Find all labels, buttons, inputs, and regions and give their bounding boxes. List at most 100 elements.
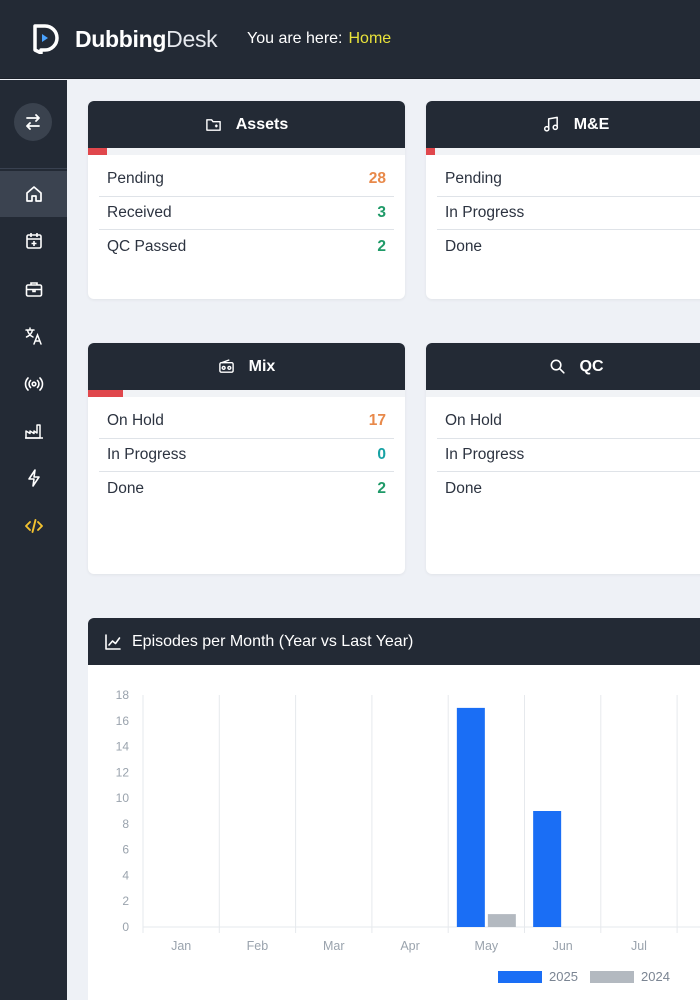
bar-2025-may (456, 707, 485, 927)
breadcrumb-home-link[interactable]: Home (348, 30, 391, 47)
mix-row-in-progress[interactable]: In Progress 0 (99, 439, 394, 472)
sidebar-item-developer[interactable] (0, 503, 67, 549)
assets-card: Assets Pending 28 Received 3 QC Passed 2 (88, 101, 405, 299)
sidebar-item-translation[interactable] (0, 313, 67, 359)
qc-row-done[interactable]: Done (437, 472, 700, 506)
y-tick-label: 6 (122, 843, 129, 857)
assets-card-title: Assets (235, 115, 289, 133)
row-count: 2 (377, 479, 386, 497)
me-row-pending[interactable]: Pending (437, 163, 700, 197)
row-count: 3 (377, 203, 386, 221)
assets-row-received[interactable]: Received 3 (99, 197, 394, 230)
legend-label-2024: 2024 (641, 969, 670, 984)
sidebar-item-projects[interactable] (0, 266, 67, 312)
legend-label-2025: 2025 (549, 969, 578, 984)
sidebar (0, 80, 67, 1000)
music-note-icon (543, 116, 558, 132)
y-tick-label: 14 (116, 740, 130, 754)
x-tick-label: Feb (247, 939, 269, 953)
assets-card-header[interactable]: Assets (88, 101, 405, 148)
mix-row-on-hold[interactable]: On Hold 17 (99, 405, 394, 439)
me-card: M&E Pending In Progress Done (426, 101, 700, 299)
me-row-in-progress[interactable]: In Progress (437, 197, 700, 230)
row-label: In Progress (445, 203, 525, 221)
chart-line-icon (105, 633, 121, 650)
mix-progress-bar (88, 390, 405, 397)
mix-card: Mix On Hold 17 In Progress 0 Done 2 (88, 343, 405, 574)
qc-card: QC On Hold In Progress Done (426, 343, 700, 574)
row-label: In Progress (107, 445, 187, 463)
chart-title: Episodes per Month (Year vs Last Year) (132, 632, 414, 650)
row-count: 28 (368, 170, 386, 188)
bar-2024-may (487, 914, 516, 927)
x-tick-label: Jul (631, 939, 647, 953)
me-card-header[interactable]: M&E (426, 101, 700, 148)
row-label: Received (107, 203, 172, 221)
top-bar: DubbingDesk You are here: Home (0, 0, 700, 79)
sidebar-item-broadcast[interactable] (0, 361, 67, 407)
episodes-bar-chart: 0 2 4 6 8 10 12 14 16 18 Jan Feb Mar Apr May Jun Jul 2025… (116, 688, 700, 984)
qc-card-header[interactable]: QC (426, 343, 700, 390)
bar-2025-jun (533, 811, 562, 927)
me-row-done[interactable]: Done (437, 230, 700, 264)
row-label: Pending (445, 170, 502, 188)
home-icon (25, 186, 42, 202)
y-tick-label: 0 (122, 920, 129, 934)
mix-row-done[interactable]: Done 2 (99, 472, 394, 506)
search-icon (550, 359, 565, 374)
x-tick-label: Mar (323, 939, 345, 953)
assets-row-qc-passed[interactable]: QC Passed 2 (99, 230, 394, 264)
sidebar-item-home[interactable] (0, 171, 67, 217)
logo-icon[interactable] (32, 24, 60, 54)
row-label: Done (107, 479, 145, 497)
translate-icon (24, 327, 42, 345)
legend-swatch-2025 (498, 971, 542, 983)
qc-status-list: On Hold In Progress Done (426, 397, 700, 506)
swap-arrows-icon (26, 114, 40, 130)
legend-swatch-2024 (590, 971, 634, 983)
briefcase-icon (25, 282, 42, 297)
y-tick-label: 12 (116, 765, 130, 779)
row-label: On Hold (107, 412, 164, 430)
sidebar-item-automation[interactable] (0, 455, 67, 501)
assets-progress-fill (88, 148, 108, 155)
row-count: 0 (377, 445, 386, 463)
x-tick-label: Apr (400, 939, 419, 953)
me-progress-bar (426, 148, 700, 155)
assets-status-list: Pending 28 Received 3 QC Passed 2 (88, 155, 405, 264)
mix-status-list: On Hold 17 In Progress 0 Done 2 (88, 397, 405, 506)
y-tick-label: 18 (116, 688, 130, 702)
app-logo-text[interactable]: DubbingDesk (75, 26, 218, 53)
calendar-plus-icon (25, 233, 42, 249)
qc-row-on-hold[interactable]: On Hold (437, 405, 700, 439)
mix-progress-fill (88, 390, 123, 397)
row-label: QC Passed (107, 237, 187, 255)
row-label: In Progress (445, 445, 525, 463)
assets-progress-bar (88, 148, 405, 155)
code-icon (24, 519, 43, 533)
sidebar-toggle-button[interactable] (14, 103, 52, 141)
app-name-bold: Dubbing (75, 26, 167, 52)
y-tick-label: 10 (116, 791, 130, 805)
y-tick-label: 4 (122, 868, 129, 882)
me-progress-fill (426, 148, 435, 155)
app-name-light: Desk (166, 26, 218, 52)
me-status-list: Pending In Progress Done (426, 155, 700, 264)
qc-progress-bar (426, 390, 700, 397)
row-label: On Hold (445, 412, 502, 430)
qc-row-in-progress[interactable]: In Progress (437, 439, 700, 472)
sidebar-item-studios[interactable] (0, 408, 67, 454)
folder-icon (205, 119, 221, 131)
row-count: 17 (368, 412, 386, 430)
row-label: Pending (107, 170, 164, 188)
assets-row-pending[interactable]: Pending 28 (99, 163, 394, 197)
sidebar-divider (0, 168, 67, 169)
factory-icon (24, 424, 43, 439)
sidebar-item-schedule[interactable] (0, 218, 67, 264)
row-count: 2 (377, 237, 386, 255)
breadcrumb: You are here: Home (247, 30, 391, 48)
chart-card-header: Episodes per Month (Year vs Last Year) (88, 618, 700, 665)
mix-card-header[interactable]: Mix (88, 343, 405, 390)
y-tick-label: 8 (122, 817, 129, 831)
row-label: Done (445, 237, 483, 255)
